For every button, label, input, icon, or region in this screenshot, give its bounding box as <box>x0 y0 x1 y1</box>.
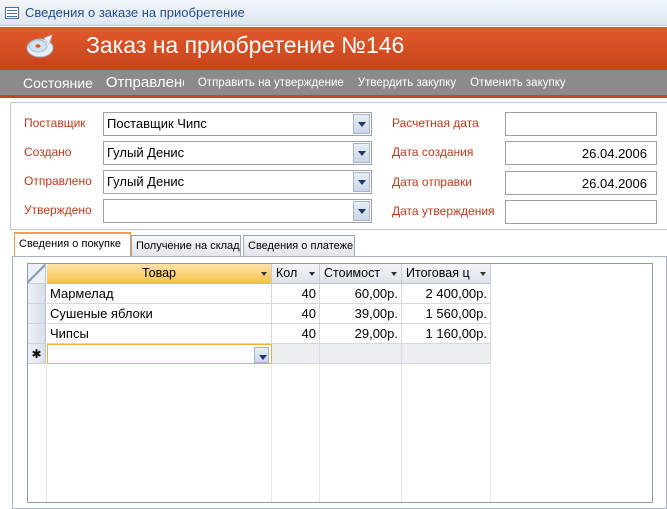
column-header-total-label: Итоговая ц <box>406 266 470 280</box>
expected-date-label: Расчетная дата <box>392 116 479 130</box>
cell-quantity[interactable]: 40 <box>272 324 320 344</box>
tab-panel-purchase-details: Товар Кол Стоимост Итоговая ц Мармелад 4… <box>12 256 667 509</box>
cancel-purchase-button[interactable]: Отменить закупку <box>470 77 565 89</box>
approve-purchase-button[interactable]: Утвердить закупку <box>358 77 456 89</box>
column-guide <box>271 364 272 502</box>
cell-product[interactable]: Мармелад <box>47 284 272 304</box>
window-titlebar: Сведения о заказе на приобретение <box>0 0 667 26</box>
cell-total[interactable]: 2 400,00р. <box>402 284 491 304</box>
column-header-total[interactable]: Итоговая ц <box>402 264 491 284</box>
new-record-marker: ✱ <box>28 344 46 364</box>
row-selector[interactable] <box>28 304 46 324</box>
status-value: Отправлено <box>105 74 184 91</box>
cell-cost[interactable]: 60,00р. <box>320 284 402 304</box>
chevron-down-icon[interactable] <box>353 114 370 134</box>
order-items-datasheet[interactable]: Товар Кол Стоимост Итоговая ц Мармелад 4… <box>27 263 653 503</box>
column-guide <box>46 364 47 502</box>
chevron-down-icon[interactable] <box>353 201 370 221</box>
created-by-combo[interactable]: Гулый Денис <box>103 141 372 165</box>
expected-date-field[interactable] <box>505 112 657 136</box>
order-details-form: Поставщик Поставщик Чипс Создано Гулый Д… <box>10 102 667 230</box>
form-header: Заказ на приобретение №146 <box>0 27 667 70</box>
cell-total[interactable]: 1 160,00р. <box>402 324 491 344</box>
sent-date-field[interactable]: 26.04.2006 <box>505 171 657 195</box>
cell-product[interactable]: Чипсы <box>47 324 272 344</box>
sent-by-value: Гулый Денис <box>107 174 185 189</box>
chevron-down-icon[interactable] <box>480 272 486 276</box>
sent-by-combo[interactable]: Гулый Денис <box>103 170 372 194</box>
row-selector[interactable] <box>28 324 46 344</box>
cell-total[interactable]: 1 560,00р. <box>402 304 491 324</box>
chevron-down-icon[interactable] <box>353 172 370 192</box>
approved-by-combo[interactable] <box>103 199 372 223</box>
created-by-value: Гулый Денис <box>107 145 185 160</box>
creation-date-field[interactable]: 26.04.2006 <box>505 141 657 165</box>
cell-product[interactable]: Сушеные яблоки <box>47 304 272 324</box>
approval-date-field[interactable] <box>505 200 657 224</box>
column-header-product-label: Товар <box>141 266 176 280</box>
select-all-cell[interactable] <box>28 264 46 284</box>
row-selector[interactable] <box>28 284 46 304</box>
approval-date-label: Дата утверждения <box>392 204 495 218</box>
column-guide <box>319 364 320 502</box>
column-guide <box>401 364 402 502</box>
chevron-down-icon[interactable] <box>309 272 315 276</box>
tab-purchase-details[interactable]: Сведения о покупке <box>14 232 131 257</box>
cd-logo-icon <box>26 34 54 58</box>
send-for-approval-button[interactable]: Отправить на утверждение <box>198 77 344 89</box>
supplier-combo[interactable]: Поставщик Чипс <box>103 112 372 136</box>
status-label: Состояние <box>23 74 93 91</box>
cell-quantity[interactable]: 40 <box>272 284 320 304</box>
tab-payment-details[interactable]: Сведения о платеже <box>243 235 355 256</box>
action-bar: Состояние Отправлено Отправить на утверж… <box>0 70 667 98</box>
new-cell-cost[interactable] <box>320 344 402 364</box>
form-icon <box>5 6 19 19</box>
new-cell-total[interactable] <box>402 344 491 364</box>
new-cell-quantity[interactable] <box>272 344 320 364</box>
tab-receiving[interactable]: Получение на склад <box>131 235 241 256</box>
column-header-quantity-label: Кол <box>276 266 298 280</box>
created-by-label: Создано <box>24 145 72 159</box>
column-header-quantity[interactable]: Кол <box>272 264 320 284</box>
cell-cost[interactable]: 39,00р. <box>320 304 402 324</box>
approved-by-label: Утверждено <box>24 203 92 217</box>
sent-by-label: Отправлено <box>24 174 92 188</box>
column-guide <box>490 364 491 502</box>
chevron-down-icon[interactable] <box>254 347 269 363</box>
supplier-value: Поставщик Чипс <box>107 116 207 131</box>
column-header-cost[interactable]: Стоимост <box>320 264 402 284</box>
cell-quantity[interactable]: 40 <box>272 304 320 324</box>
supplier-label: Поставщик <box>24 116 86 130</box>
chevron-down-icon[interactable] <box>353 143 370 163</box>
window-title: Сведения о заказе на приобретение <box>25 5 245 20</box>
creation-date-label: Дата создания <box>392 145 474 159</box>
column-header-product[interactable]: Товар <box>47 264 272 284</box>
page-title: Заказ на приобретение №146 <box>86 32 405 58</box>
column-header-cost-label: Стоимост <box>324 266 381 280</box>
chevron-down-icon[interactable] <box>261 272 267 276</box>
new-product-combo[interactable] <box>47 344 272 364</box>
cell-cost[interactable]: 29,00р. <box>320 324 402 344</box>
chevron-down-icon[interactable] <box>391 272 397 276</box>
sent-date-label: Дата отправки <box>392 175 472 189</box>
